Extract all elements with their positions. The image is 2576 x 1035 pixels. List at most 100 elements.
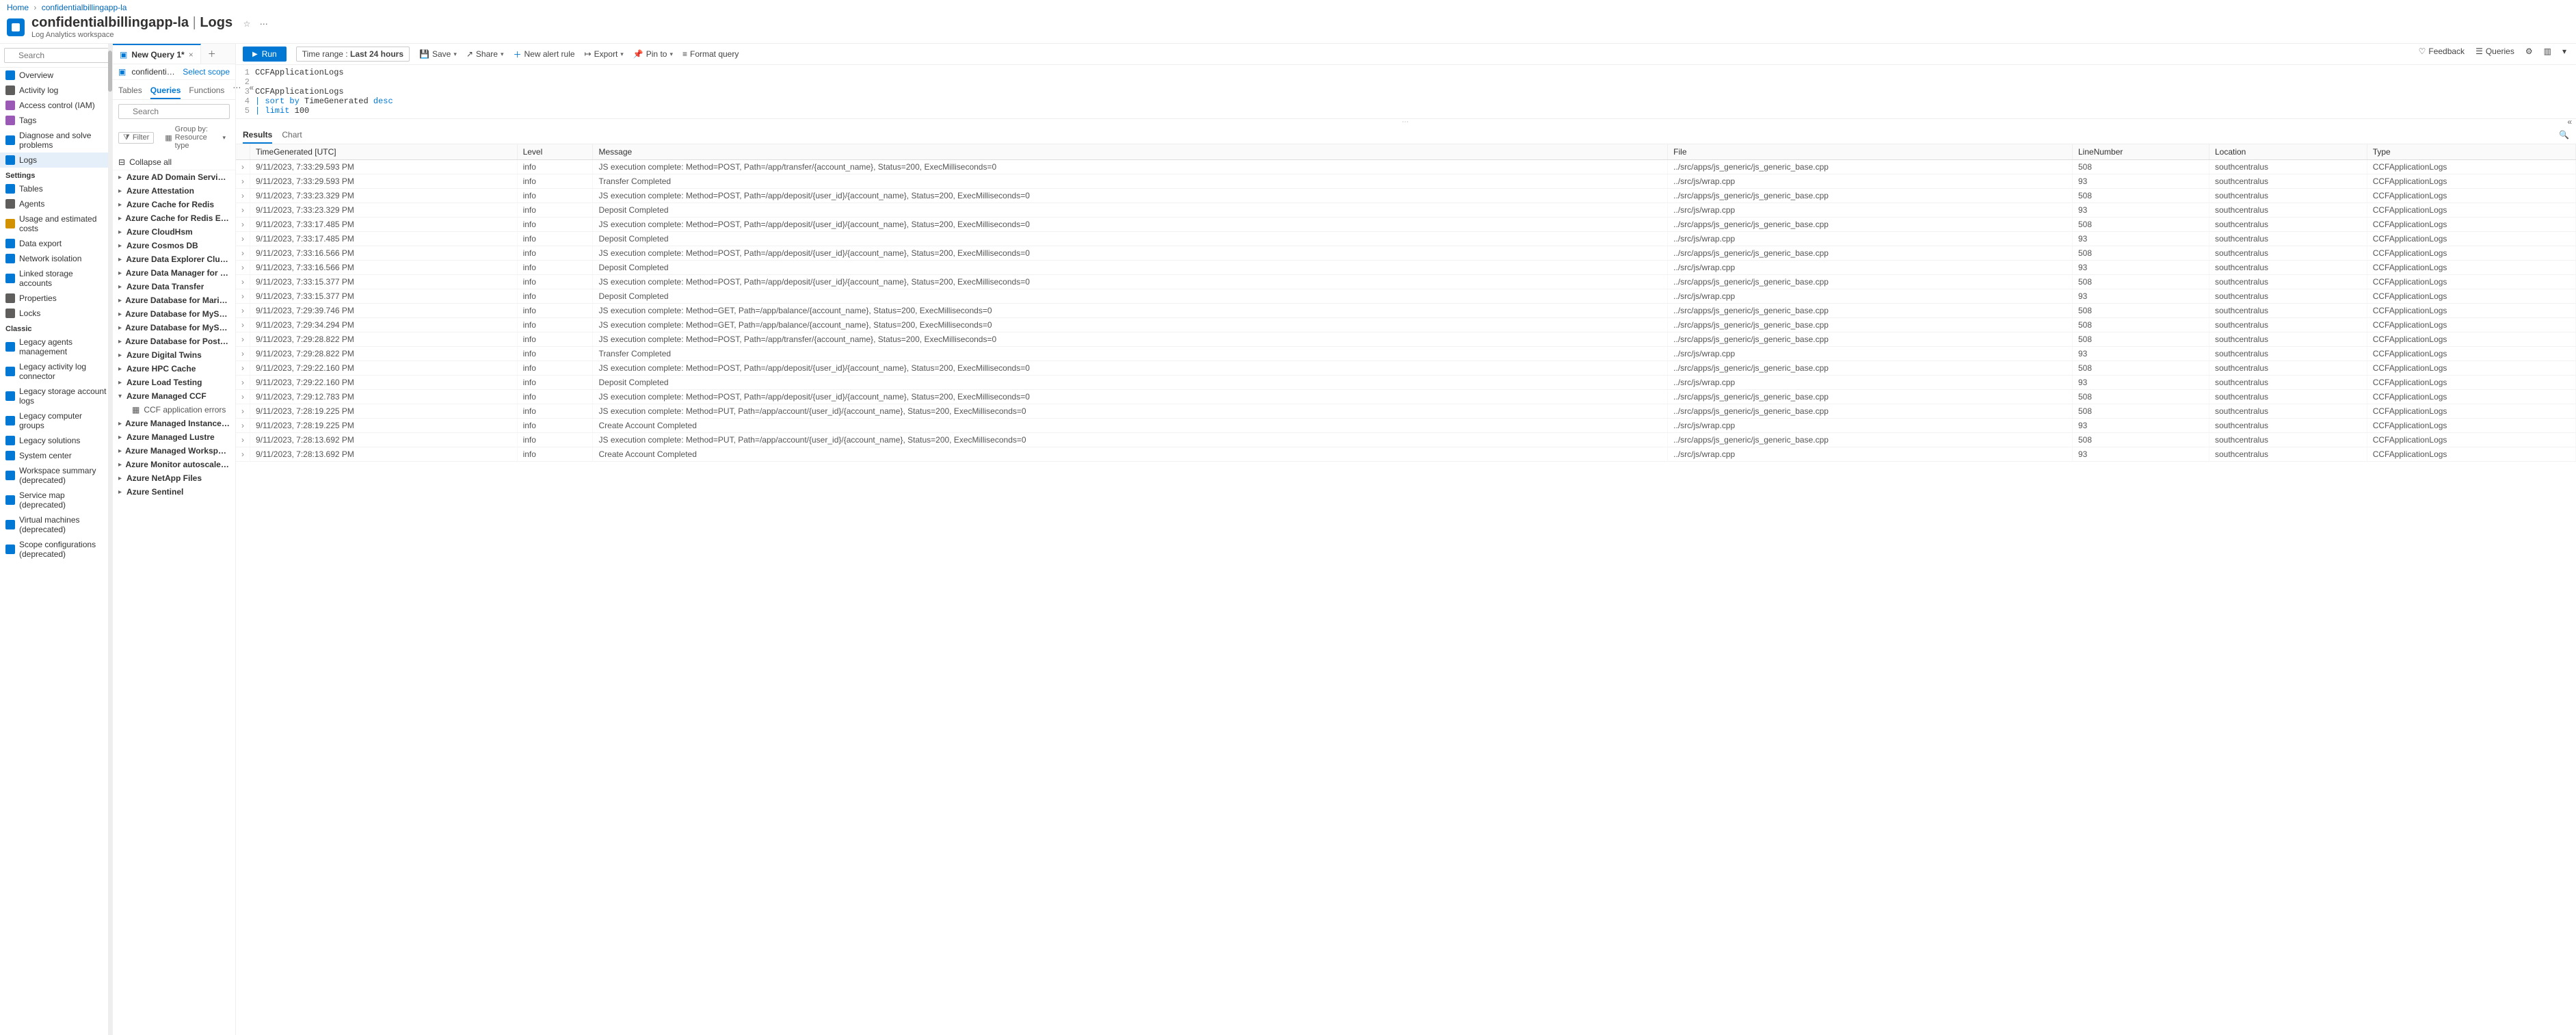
- query-editor[interactable]: 1CCFApplicationLogs23CCFApplicationLogs4…: [236, 65, 2576, 119]
- tab-functions[interactable]: Functions: [189, 83, 224, 99]
- table-row[interactable]: ›9/11/2023, 7:33:15.377 PMinfoDeposit Co…: [236, 289, 2576, 304]
- expand-row-icon[interactable]: ›: [236, 347, 250, 361]
- tree-item[interactable]: ▸Azure Cosmos DB: [113, 239, 235, 252]
- table-row[interactable]: ›9/11/2023, 7:33:17.485 PMinfoDeposit Co…: [236, 232, 2576, 246]
- table-row[interactable]: ›9/11/2023, 7:29:39.746 PMinfoJS executi…: [236, 304, 2576, 318]
- tree-item[interactable]: ▸Azure Cache for Redis: [113, 198, 235, 211]
- nav-legacy-computer-groups[interactable]: Legacy computer groups: [0, 408, 112, 433]
- tree-item[interactable]: ▸Azure Data Transfer: [113, 280, 235, 293]
- expand-row-icon[interactable]: ›: [236, 304, 250, 318]
- nav-data-export[interactable]: Data export: [0, 236, 112, 251]
- breadcrumb-resource[interactable]: confidentialbillingapp-la: [42, 3, 127, 12]
- nav-virtual-machines-deprecated-[interactable]: Virtual machines (deprecated): [0, 512, 112, 537]
- table-row[interactable]: ›9/11/2023, 7:33:17.485 PMinfoJS executi…: [236, 218, 2576, 232]
- table-row[interactable]: ›9/11/2023, 7:29:12.783 PMinfoJS executi…: [236, 390, 2576, 404]
- column-header[interactable]: Location: [2209, 144, 2367, 160]
- table-row[interactable]: ›9/11/2023, 7:28:13.692 PMinfoCreate Acc…: [236, 447, 2576, 462]
- filter-button[interactable]: ⧩Filter: [118, 132, 154, 144]
- expand-row-icon[interactable]: ›: [236, 404, 250, 419]
- table-row[interactable]: ›9/11/2023, 7:28:19.225 PMinfoCreate Acc…: [236, 419, 2576, 433]
- tree-item[interactable]: ▸Azure Database for MariaDB Serve: [113, 293, 235, 307]
- table-row[interactable]: ›9/11/2023, 7:29:34.294 PMinfoJS executi…: [236, 318, 2576, 332]
- more-icon[interactable]: ⋯: [233, 83, 241, 99]
- column-header[interactable]: File: [1668, 144, 2073, 160]
- share-button[interactable]: ↗Share▾: [466, 49, 504, 59]
- tree-item[interactable]: ▸Azure Managed Workspace for Gra: [113, 444, 235, 458]
- nav-overview[interactable]: Overview: [0, 68, 112, 83]
- table-row[interactable]: ›9/11/2023, 7:29:22.160 PMinfoJS executi…: [236, 361, 2576, 376]
- tree-item[interactable]: ▸Azure Monitor autoscale settings: [113, 458, 235, 471]
- nav-workspace-summary-deprecated-[interactable]: Workspace summary (deprecated): [0, 463, 112, 488]
- panel-search-input[interactable]: [118, 104, 230, 119]
- table-row[interactable]: ›9/11/2023, 7:33:16.566 PMinfoDeposit Co…: [236, 261, 2576, 275]
- format-button[interactable]: ≡Format query: [682, 49, 739, 59]
- splitter[interactable]: ⋯ «: [236, 119, 2576, 125]
- expand-row-icon[interactable]: ›: [236, 189, 250, 203]
- queries-button[interactable]: ☰Queries: [2475, 47, 2514, 56]
- tab-chart[interactable]: Chart: [282, 127, 302, 144]
- expand-icon[interactable]: «: [2567, 117, 2572, 127]
- nav-tags[interactable]: Tags: [0, 113, 112, 128]
- nav-service-map-deprecated-[interactable]: Service map (deprecated): [0, 488, 112, 512]
- tab-results[interactable]: Results: [243, 127, 272, 144]
- expand-row-icon[interactable]: ›: [236, 160, 250, 174]
- tree-item[interactable]: ▸Azure Database for MySQL Flexible: [113, 307, 235, 321]
- table-row[interactable]: ›9/11/2023, 7:28:19.225 PMinfoJS executi…: [236, 404, 2576, 419]
- chevron-down-icon[interactable]: ▾: [2562, 47, 2566, 56]
- nav-search-input[interactable]: [4, 48, 113, 63]
- nav-agents[interactable]: Agents: [0, 196, 112, 211]
- column-header[interactable]: LineNumber: [2073, 144, 2209, 160]
- tree-item[interactable]: ▸Azure CloudHsm: [113, 225, 235, 239]
- tree-item[interactable]: ▾Azure Managed CCF: [113, 389, 235, 403]
- nav-legacy-solutions[interactable]: Legacy solutions: [0, 433, 112, 448]
- nav-network-isolation[interactable]: Network isolation: [0, 251, 112, 266]
- expand-row-icon[interactable]: ›: [236, 419, 250, 433]
- nav-logs[interactable]: Logs: [0, 153, 112, 168]
- expand-row-icon[interactable]: ›: [236, 232, 250, 246]
- table-row[interactable]: ›9/11/2023, 7:29:28.822 PMinfoJS executi…: [236, 332, 2576, 347]
- new-alert-button[interactable]: ＋New alert rule: [513, 49, 574, 60]
- tree-item[interactable]: ▸Azure Load Testing: [113, 376, 235, 389]
- expand-row-icon[interactable]: ›: [236, 289, 250, 304]
- add-tab-icon[interactable]: ＋: [201, 48, 223, 60]
- tree-item[interactable]: ▸Azure Managed Lustre: [113, 430, 235, 444]
- feedback-button[interactable]: ♡Feedback: [2419, 47, 2465, 56]
- expand-row-icon[interactable]: ›: [236, 174, 250, 189]
- expand-row-icon[interactable]: ›: [236, 261, 250, 275]
- time-range-picker[interactable]: Time range : Last 24 hours: [296, 47, 410, 62]
- tree-item[interactable]: ▸Azure Data Manager for Energy: [113, 266, 235, 280]
- expand-row-icon[interactable]: ›: [236, 218, 250, 232]
- nav-legacy-storage-account-logs[interactable]: Legacy storage account logs: [0, 384, 112, 408]
- column-header[interactable]: TimeGenerated [UTC]: [250, 144, 518, 160]
- table-row[interactable]: ›9/11/2023, 7:29:22.160 PMinfoDeposit Co…: [236, 376, 2576, 390]
- table-row[interactable]: ›9/11/2023, 7:33:16.566 PMinfoJS executi…: [236, 246, 2576, 261]
- column-header[interactable]: Type: [2367, 144, 2575, 160]
- tree-item[interactable]: ▸Azure Attestation: [113, 184, 235, 198]
- collapse-panel-icon[interactable]: «: [249, 83, 254, 99]
- tab-new-query[interactable]: ▣ New Query 1* ×: [113, 44, 201, 64]
- expand-row-icon[interactable]: ›: [236, 433, 250, 447]
- column-header[interactable]: Message: [593, 144, 1668, 160]
- nav-activity-log[interactable]: Activity log: [0, 83, 112, 98]
- breadcrumb-home[interactable]: Home: [7, 3, 29, 12]
- star-icon[interactable]: ☆: [243, 19, 251, 29]
- expand-row-icon[interactable]: ›: [236, 275, 250, 289]
- table-row[interactable]: ›9/11/2023, 7:33:23.329 PMinfoDeposit Co…: [236, 203, 2576, 218]
- nav-properties[interactable]: Properties: [0, 291, 112, 306]
- tree-subitem[interactable]: ▦CCF application errors: [113, 403, 235, 417]
- nav-system-center[interactable]: System center: [0, 448, 112, 463]
- nav-locks[interactable]: Locks: [0, 306, 112, 321]
- tab-tables[interactable]: Tables: [118, 83, 142, 99]
- tree-item[interactable]: ▸Azure Managed Instance for Apach: [113, 417, 235, 430]
- table-row[interactable]: ›9/11/2023, 7:33:15.377 PMinfoJS executi…: [236, 275, 2576, 289]
- tree-item[interactable]: ▸Azure Digital Twins: [113, 348, 235, 362]
- tree-item[interactable]: ▸Azure HPC Cache: [113, 362, 235, 376]
- tree-item[interactable]: ▸Azure Cache for Redis Enterprise: [113, 211, 235, 225]
- settings-icon[interactable]: ⚙: [2525, 47, 2533, 56]
- expand-row-icon[interactable]: ›: [236, 318, 250, 332]
- column-header[interactable]: Level: [517, 144, 593, 160]
- close-icon[interactable]: ×: [189, 50, 194, 60]
- tree-item[interactable]: ▸Azure Data Explorer Clusters: [113, 252, 235, 266]
- tree-item[interactable]: ▸Azure NetApp Files: [113, 471, 235, 485]
- nav-tables[interactable]: Tables: [0, 181, 112, 196]
